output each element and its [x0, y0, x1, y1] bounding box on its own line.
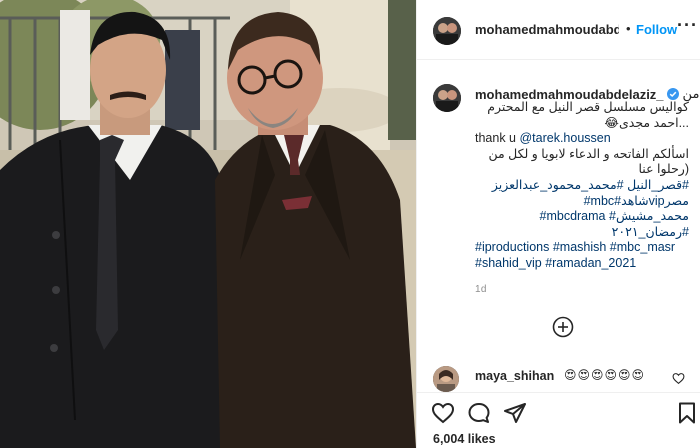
- bookmark-icon[interactable]: [675, 401, 699, 425]
- comment-bubble-icon[interactable]: [467, 401, 491, 425]
- caption-avatar[interactable]: [433, 84, 461, 112]
- likes-count[interactable]: 6,004 likes: [433, 432, 496, 446]
- plus-circle-icon[interactable]: [552, 316, 574, 338]
- caption-line-text: #shahid_vip #ramadan_2021: [475, 255, 637, 270]
- caption-hashtag-line[interactable]: #iproductions #mashish #mbc_masr: [475, 240, 689, 256]
- avatar-image: [433, 84, 461, 112]
- action-bar: [417, 392, 700, 432]
- caption-line-text: #mbcdrama #محمد_مشيش: [539, 209, 690, 224]
- caption-area: mohamedmahmoudabdelaziz_ من كواليس مسلسل…: [417, 61, 700, 363]
- user-avatar[interactable]: [433, 17, 461, 45]
- caption-line: thank u @tarek.houssen: [475, 131, 689, 147]
- commenter-avatar[interactable]: [433, 366, 459, 392]
- caption-line-text: #iproductions #mashish #mbc_masr: [475, 240, 676, 255]
- post-photo-illustration: [0, 0, 416, 448]
- caption-line-text: #رمضان_٢٠٢١: [611, 224, 689, 239]
- caption-text: كواليس مسلسل قصر النيل مع المحترم ...احمد…: [475, 100, 689, 272]
- avatar-image: [433, 17, 461, 45]
- caption-line-text: ...احمد مجدى😂: [604, 115, 689, 130]
- heart-icon[interactable]: [431, 401, 455, 425]
- caption-line-text: (رحلوا عنا: [638, 162, 689, 177]
- caption-hashtag-line[interactable]: #mbc#شاهدvipمصر: [475, 194, 689, 210]
- post-timestamp[interactable]: 1d: [475, 284, 487, 295]
- comment-row: maya_shihan 😍😍😍😍😍😍: [417, 363, 700, 392]
- avatar-image: [433, 366, 459, 392]
- caption-mention-link[interactable]: @tarek.houssen: [519, 131, 610, 145]
- caption-line-text: اسألكم الفاتحه و الدعاء لابويا و لكل من: [488, 146, 689, 161]
- caption-line: اسألكم الفاتحه و الدعاء لابويا و لكل من: [475, 147, 689, 163]
- caption-line: ...احمد مجدى😂: [475, 116, 689, 132]
- caption-line: (رحلوا عنا: [475, 162, 689, 178]
- caption-hashtag-line[interactable]: #رمضان_٢٠٢١: [475, 225, 689, 241]
- header-dot-separator: •: [626, 21, 631, 36]
- caption-hashtag-line[interactable]: #mbcdrama #محمد_مشيش: [475, 209, 690, 225]
- caption-hashtag-line[interactable]: #قصر_النيل #محمد_محمود_عبدالعزيز: [475, 178, 689, 194]
- caption-line-text: #mbc#شاهدvipمصر: [583, 193, 689, 208]
- post-header: mohamedmahmoudabdelaziz_ • Follow ···: [417, 0, 700, 60]
- paper-plane-icon[interactable]: [503, 401, 527, 425]
- comment-text: 😍😍😍😍😍😍: [564, 368, 646, 382]
- caption-line-text: thank u: [475, 131, 520, 146]
- follow-button[interactable]: Follow: [636, 22, 677, 37]
- post-side-panel: mohamedmahmoudabdelaziz_ • Follow ··· mo…: [416, 0, 700, 448]
- post-photo[interactable]: [0, 0, 416, 448]
- caption-hashtag-line[interactable]: #shahid_vip #ramadan_2021: [475, 256, 689, 272]
- more-options-icon[interactable]: ···: [677, 15, 698, 36]
- verified-badge-icon: [666, 88, 679, 100]
- comment-username[interactable]: maya_shihan: [475, 369, 554, 383]
- heart-icon[interactable]: [672, 372, 685, 385]
- caption-line: كواليس مسلسل قصر النيل مع المحترم: [475, 100, 689, 116]
- caption-line-text: كواليس مسلسل قصر النيل مع المحترم: [487, 100, 689, 114]
- header-username[interactable]: mohamedmahmoudabdelaziz_: [475, 22, 619, 37]
- caption-line-text: #قصر_النيل #محمد_محمود_عبدالعزيز: [491, 177, 689, 192]
